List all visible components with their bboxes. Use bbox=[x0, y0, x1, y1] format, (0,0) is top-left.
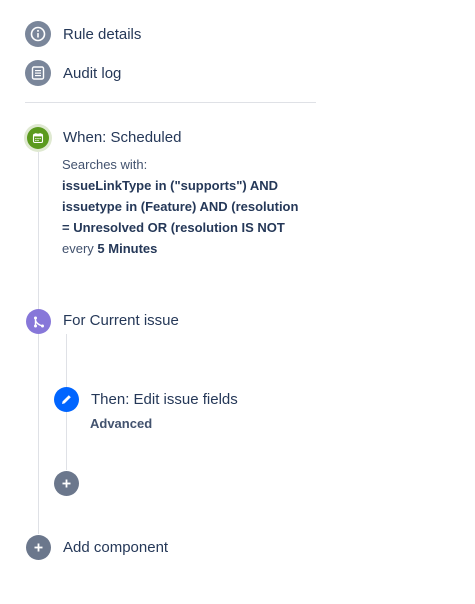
nav-divider bbox=[25, 102, 316, 103]
query-line-1: issueLinkType in ("supports") AND bbox=[62, 178, 279, 193]
rule-details-link[interactable]: Rule details bbox=[25, 21, 141, 47]
trigger-node[interactable] bbox=[24, 124, 52, 152]
info-icon bbox=[25, 21, 51, 47]
action-title[interactable]: Then: Edit issue fields bbox=[91, 391, 238, 408]
add-inner-component-button[interactable] bbox=[54, 471, 79, 496]
plus-icon bbox=[34, 543, 43, 552]
query-line-3: = Unresolved OR (resolution IS NOT bbox=[62, 220, 285, 235]
action-subtitle: Advanced bbox=[90, 416, 153, 431]
branch-icon bbox=[33, 316, 44, 327]
rule-details-label: Rule details bbox=[63, 25, 142, 43]
searches-label: Searches with: bbox=[62, 157, 148, 172]
branch-node[interactable] bbox=[26, 309, 51, 334]
every-label: every bbox=[62, 241, 94, 256]
plus-icon bbox=[62, 479, 71, 488]
trigger-description: Searches with: issueLinkType in ("suppor… bbox=[62, 154, 324, 259]
add-component-label[interactable]: Add component bbox=[63, 539, 168, 556]
add-component-button[interactable] bbox=[26, 535, 51, 560]
audit-log-label: Audit log bbox=[63, 64, 122, 82]
action-node[interactable] bbox=[54, 387, 79, 412]
calendar-icon bbox=[27, 127, 49, 149]
schedule-interval-row: every 5 Minutes bbox=[62, 238, 324, 259]
query-line-2: issuetype in (Feature) AND (resolution bbox=[62, 199, 299, 214]
trigger-title[interactable]: When: Scheduled bbox=[63, 129, 181, 146]
interval-value: 5 Minutes bbox=[97, 241, 158, 256]
audit-log-icon bbox=[25, 60, 51, 86]
audit-log-link[interactable]: Audit log bbox=[25, 60, 121, 86]
main-connector-line bbox=[38, 152, 39, 534]
pencil-icon bbox=[62, 395, 71, 404]
branch-title[interactable]: For Current issue bbox=[63, 312, 179, 329]
